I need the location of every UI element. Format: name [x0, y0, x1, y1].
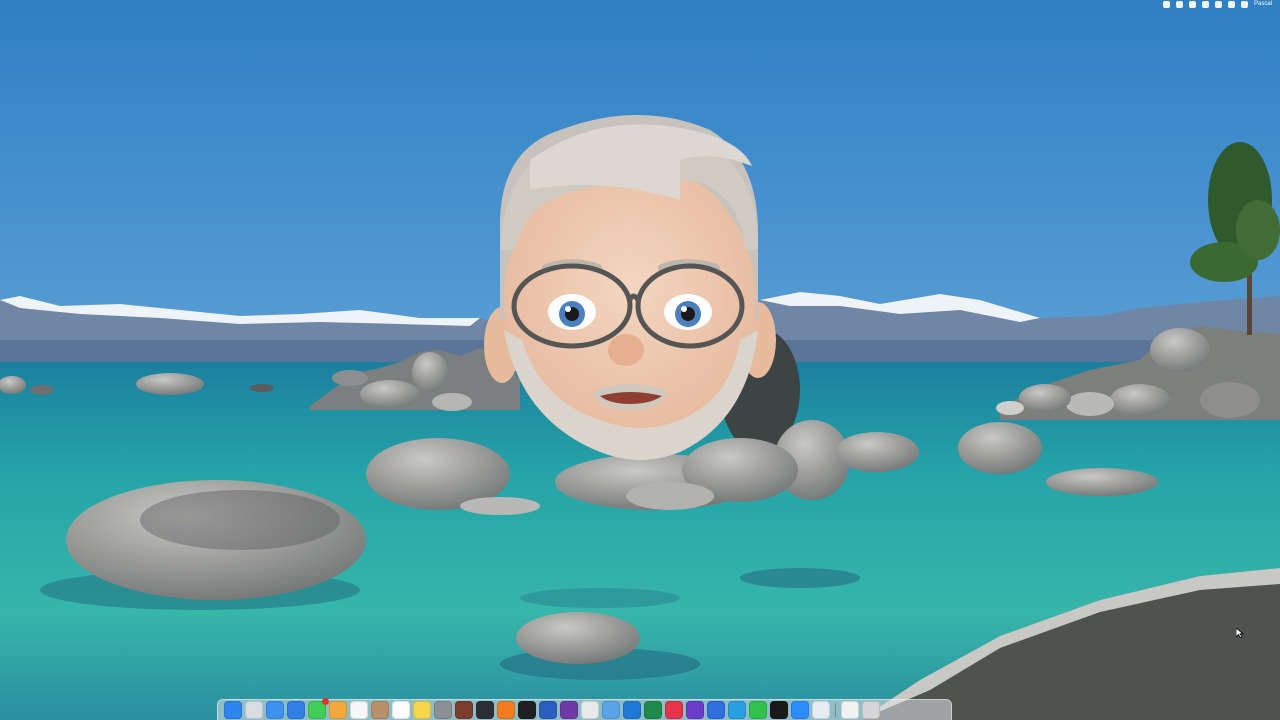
books-icon[interactable] — [497, 701, 515, 719]
document-icon[interactable] — [841, 701, 859, 719]
camera-icon[interactable] — [770, 701, 788, 719]
menu-bar-user-name[interactable]: Pascal — [1254, 0, 1272, 8]
messages-icon[interactable] — [308, 698, 329, 719]
desktop-wallpaper — [0, 0, 1280, 720]
dock — [217, 698, 952, 720]
launchpad-icon[interactable] — [245, 701, 263, 719]
trash-icon[interactable] — [862, 701, 880, 719]
word-icon[interactable] — [539, 701, 557, 719]
finder-alt-icon[interactable] — [602, 701, 620, 719]
mouse-cursor-icon — [1236, 628, 1244, 638]
terminal-icon[interactable] — [518, 701, 536, 719]
reminders-icon[interactable] — [392, 701, 410, 719]
whatsapp-icon[interactable] — [749, 701, 767, 719]
music-icon[interactable] — [665, 701, 683, 719]
settings-icon[interactable] — [434, 701, 452, 719]
telegram-icon[interactable] — [728, 701, 746, 719]
app-store-icon[interactable] — [476, 701, 494, 719]
photos-icon[interactable] — [329, 701, 347, 719]
onenote-icon[interactable] — [560, 701, 578, 719]
control-center-icon[interactable] — [1162, 0, 1170, 8]
outlook-icon[interactable] — [623, 701, 641, 719]
notification-badge — [322, 698, 329, 705]
siri-icon[interactable] — [1240, 0, 1248, 8]
search-icon[interactable] — [1227, 0, 1235, 8]
zoom-icon[interactable] — [791, 701, 809, 719]
calendar-icon[interactable] — [350, 701, 368, 719]
bluetooth-icon[interactable] — [1214, 0, 1222, 8]
vpn-icon[interactable] — [707, 701, 725, 719]
imovie-icon[interactable] — [686, 701, 704, 719]
dictionary-icon[interactable] — [455, 701, 473, 719]
notes-icon[interactable] — [413, 701, 431, 719]
finder-icon[interactable] — [224, 701, 242, 719]
safari-icon[interactable] — [287, 701, 305, 719]
excel-icon[interactable] — [644, 701, 662, 719]
browser-icon[interactable] — [812, 701, 830, 719]
contacts-icon[interactable] — [371, 701, 389, 719]
mail-icon[interactable] — [266, 701, 284, 719]
menu-bar: Pascal — [1082, 0, 1280, 8]
dock-separator — [835, 703, 836, 717]
wifi-icon[interactable] — [1188, 0, 1196, 8]
airplay-icon[interactable] — [1175, 0, 1183, 8]
chrome-icon[interactable] — [581, 701, 599, 719]
shield-icon[interactable] — [1201, 0, 1209, 8]
